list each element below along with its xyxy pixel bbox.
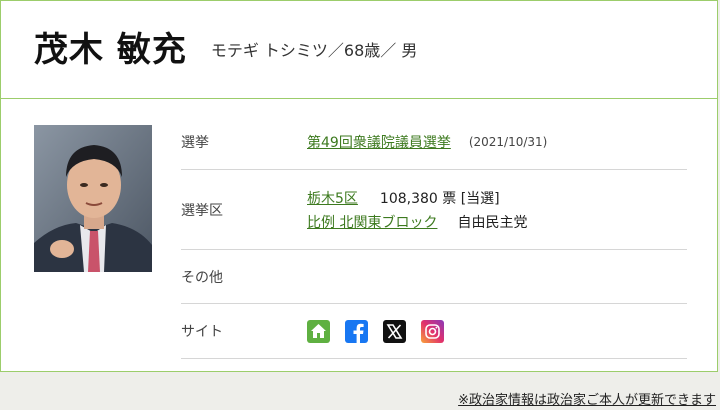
profile-card: 茂木 敏充 モテギ トシミツ／68歳／ 男 選挙 第49回衆議院議員選挙 (20…	[0, 0, 718, 372]
site-row: サイト	[181, 304, 687, 359]
update-info-link[interactable]: ※政治家情報は政治家ご本人が更新できます	[458, 389, 716, 408]
instagram-icon[interactable]	[421, 319, 444, 343]
election-label: 選挙	[181, 135, 209, 151]
site-label: サイト	[181, 324, 223, 340]
facebook-icon[interactable]	[345, 319, 368, 343]
profile-header: 茂木 敏充 モテギ トシミツ／68歳／ 男	[1, 1, 717, 99]
other-label: その他	[181, 269, 223, 286]
home-icon[interactable]	[307, 319, 330, 343]
politician-name: 茂木 敏充	[34, 30, 187, 70]
election-date: (2021/10/31)	[468, 135, 548, 149]
profile-details: 選挙 第49回衆議院議員選挙 (2021/10/31) 選挙区 栃木5区 108…	[181, 115, 687, 359]
district-label: 選挙区	[181, 202, 223, 219]
vote-count: 108,380 票 [当選]	[379, 190, 500, 207]
district-link[interactable]: 栃木5区	[307, 188, 358, 208]
politician-meta: モテギ トシミツ／68歳／ 男	[210, 40, 418, 60]
party-name: 自由民主党	[457, 214, 528, 231]
proportional-block-link[interactable]: 比例 北関東ブロック	[307, 212, 437, 232]
politician-photo	[34, 125, 152, 272]
election-link[interactable]: 第49回衆議院議員選挙	[307, 132, 451, 152]
other-row: その他	[181, 250, 687, 304]
district-row: 選挙区 栃木5区 108,380 票 [当選] 比例 北関東ブロック 自由民主党	[181, 170, 687, 250]
x-icon[interactable]	[383, 319, 406, 343]
election-row: 選挙 第49回衆議院議員選挙 (2021/10/31)	[181, 115, 687, 170]
